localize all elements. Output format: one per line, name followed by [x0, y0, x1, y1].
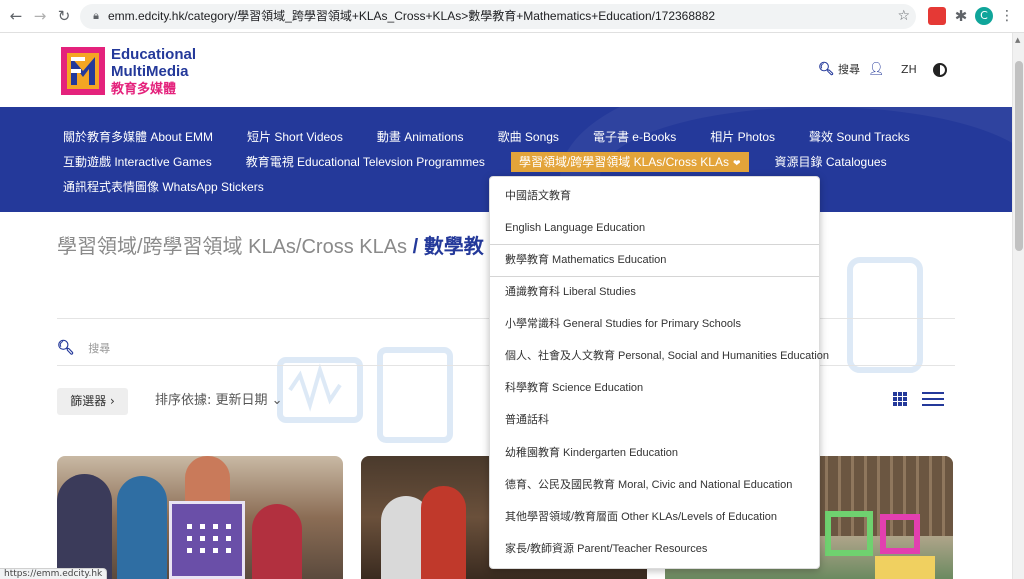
nav-row-3: 通訊程式表情圖像 WhatsApp Stickers [63, 177, 298, 197]
card-image-board [169, 501, 245, 579]
nav-songs[interactable]: 歌曲 Songs [498, 127, 559, 147]
nav-ebooks[interactable]: 電子書 e-Books [593, 127, 676, 147]
dropdown-item-kindergarten[interactable]: 幼稚園教育 Kindergarten Education [505, 445, 815, 461]
nav-photos[interactable]: 相片 Photos [710, 127, 775, 147]
klas-dropdown-menu: 中國語文教育 English Language Education 數學教育 M… [489, 176, 829, 569]
contrast-icon[interactable] [933, 63, 947, 77]
emm-logo-icon[interactable] [61, 47, 105, 95]
scrollbar-thumb[interactable] [1015, 61, 1023, 251]
content-search[interactable]: 🔍︎ 搜尋 [57, 338, 110, 358]
user-icon[interactable]: 👤︎ [868, 60, 885, 80]
nav-animations[interactable]: 動畫 Animations [377, 127, 464, 147]
status-bar: https://emm.edcity.hk [0, 568, 108, 579]
nav-interactive-games[interactable]: 互動遊戲 Interactive Games [63, 152, 212, 172]
logo-wordmark[interactable]: Educational MultiMedia 教育多媒體 [111, 46, 196, 97]
grid-view-icon[interactable] [893, 392, 907, 406]
dropdown-item-moral-civic[interactable]: 德育、公民及國民教育 Moral, Civic and National Edu… [505, 477, 815, 493]
dropdown-item-chinese[interactable]: 中國語文教育 [505, 188, 815, 204]
list-view-icon[interactable] [922, 392, 944, 408]
card-image-block [875, 556, 935, 579]
nav-about[interactable]: 關於教育多媒體 About EMM [63, 127, 213, 147]
nav-whatsapp-stickers[interactable]: 通訊程式表情圖像 WhatsApp Stickers [63, 177, 264, 197]
card-image-block [880, 514, 920, 554]
nav-klas-label: 學習領域/跨學習領域 KLAs/Cross KLAs [518, 155, 729, 169]
resource-card[interactable] [57, 456, 343, 579]
extension-icon[interactable] [928, 7, 946, 25]
nav-row-2: 互動遊戲 Interactive Games 教育電視 Educational … [63, 152, 921, 172]
search-icon: 🔍︎ [818, 62, 835, 77]
card-image-figure [185, 456, 230, 506]
breadcrumb-current: 數學教 [423, 236, 484, 258]
card-image-figure [57, 474, 112, 579]
extensions-puzzle-icon[interactable]: ✱ [952, 7, 970, 25]
sort-dropdown[interactable]: 排序依據: 更新日期 ⌄ [155, 390, 283, 412]
breadcrumb: 學習領域/跨學習領域 KLAs/Cross KLAs / 數學教 [57, 233, 484, 261]
browser-toolbar: ← → ↻ 🔒︎ emm.edcity.hk/category/學習領域_跨學習… [0, 0, 1024, 33]
card-image-figure [421, 486, 466, 579]
card-image-figure [117, 476, 167, 579]
dropdown-item-parent-teacher[interactable]: 家長/教師資源 Parent/Teacher Resources [505, 541, 815, 557]
reload-icon[interactable]: ↻ [54, 6, 74, 26]
chevron-down-icon: ❤ [732, 158, 741, 168]
card-image-block [825, 511, 873, 556]
nav-etv[interactable]: 教育電視 Educational Televsion Programmes [246, 152, 485, 172]
search-input[interactable]: 搜尋 [88, 342, 110, 355]
dropdown-item-pshe[interactable]: 個人、社會及人文教育 Personal, Social and Humaniti… [505, 348, 829, 364]
dropdown-item-english[interactable]: English Language Education [505, 220, 815, 236]
dropdown-item-mathematics[interactable]: 數學教育 Mathematics Education [505, 252, 815, 268]
header-search-label: 搜尋 [838, 63, 861, 76]
dropdown-item-putonghua[interactable]: 普通話科 [505, 412, 815, 428]
card-image-figure [252, 504, 302, 579]
browser-menu-icon[interactable]: ⋮ [998, 7, 1016, 25]
nav-catalogues[interactable]: 資源目錄 Catalogues [775, 152, 887, 172]
nav-row-1: 關於教育多媒體 About EMM 短片 Short Videos 動畫 Ani… [63, 127, 944, 147]
site-header: Educational MultiMedia 教育多媒體 🔍︎ 搜尋 👤︎ ZH [0, 33, 1012, 107]
breadcrumb-separator: / [412, 236, 419, 258]
logo-line-2: MultiMedia [111, 63, 189, 80]
nav-sound-tracks[interactable]: 聲效 Sound Tracks [809, 127, 910, 147]
forward-icon[interactable]: → [30, 6, 50, 26]
address-bar[interactable]: 🔒︎ emm.edcity.hk/category/學習領域_跨學習領域+KLA… [80, 4, 916, 29]
dropdown-item-liberal-studies[interactable]: 通識教育科 Liberal Studies [505, 284, 815, 300]
dropdown-divider [490, 276, 819, 277]
url-text[interactable]: emm.edcity.hk/category/學習領域_跨學習領域+KLAs_C… [108, 4, 715, 29]
search-icon: 🔍︎ [57, 340, 75, 356]
logo-line-1: Educational [111, 46, 197, 63]
dropdown-item-science[interactable]: 科學教育 Science Education [505, 380, 815, 396]
bookmark-star-icon[interactable]: ☆ [897, 7, 910, 26]
profile-avatar[interactable]: C [975, 7, 993, 25]
lock-icon: 🔒︎ [93, 9, 99, 22]
page-scrollbar[interactable]: ▲ [1012, 33, 1024, 579]
header-search-button[interactable]: 🔍︎ 搜尋 [818, 60, 860, 80]
dropdown-item-other-klas[interactable]: 其他學習領域/教育層面 Other KLAs/Levels of Educati… [505, 509, 815, 525]
nav-klas-active[interactable]: 學習領域/跨學習領域 KLAs/Cross KLAs ❤ [510, 152, 749, 172]
language-toggle[interactable]: ZH [901, 60, 917, 80]
back-icon[interactable]: ← [6, 6, 26, 26]
dropdown-item-general-studies[interactable]: 小學常識科 General Studies for Primary School… [505, 316, 815, 332]
filter-button[interactable]: 篩選器 › [57, 388, 128, 415]
breadcrumb-klas[interactable]: 學習領域/跨學習領域 KLAs/Cross KLAs [57, 236, 407, 258]
scroll-up-icon[interactable]: ▲ [1015, 36, 1020, 44]
dropdown-divider [490, 244, 819, 245]
logo-line-3: 教育多媒體 [111, 81, 177, 96]
nav-short-videos[interactable]: 短片 Short Videos [247, 127, 343, 147]
